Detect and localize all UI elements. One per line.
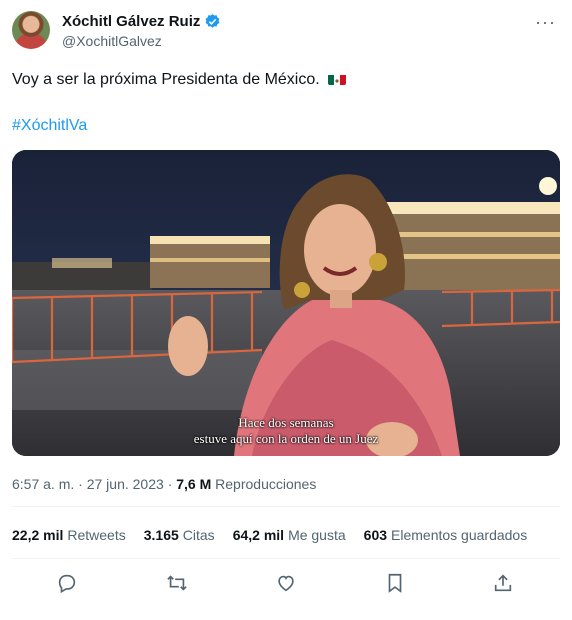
display-name[interactable]: Xóchitl Gálvez Ruiz xyxy=(62,12,200,31)
mexico-flag-icon xyxy=(328,73,347,85)
divider xyxy=(12,558,560,559)
author-name-row[interactable]: Xóchitl Gálvez Ruiz xyxy=(62,12,221,31)
views-label: Reproducciones xyxy=(215,476,317,492)
retweet-icon[interactable] xyxy=(166,572,190,596)
meta-separator: · xyxy=(167,476,173,492)
share-icon[interactable] xyxy=(492,572,516,596)
handle[interactable]: @XochitlGalvez xyxy=(62,31,221,51)
stat-count: 603 xyxy=(363,527,388,543)
hashtag-link[interactable]: #XóchitlVa xyxy=(12,117,87,135)
video-player[interactable]: Hace dos semanas estuve aquí con la orde… xyxy=(12,150,560,456)
tweet-time[interactable]: 6:57 a. m. xyxy=(12,476,74,492)
stat-label: Me gusta xyxy=(288,527,346,543)
avatar[interactable] xyxy=(12,11,50,49)
bookmark-icon[interactable] xyxy=(384,572,408,596)
stat-count: 64,2 mil xyxy=(232,527,285,543)
video-subtitle-line2: estuve aquí con la orden de un Juez xyxy=(193,431,379,446)
views-count: 7,6 M xyxy=(176,476,212,492)
meta-separator: · xyxy=(78,476,83,492)
verified-badge-icon xyxy=(206,14,220,28)
like-icon[interactable] xyxy=(275,572,299,596)
tweet-date[interactable]: 27 jun. 2023 xyxy=(87,476,164,492)
tweet-text: Voy a ser la próxima Presidenta de Méxic… xyxy=(12,70,347,90)
stat-quotes[interactable]: 3.165 Citas xyxy=(144,527,215,543)
reply-icon[interactable] xyxy=(56,572,80,596)
stat-likes[interactable]: 64,2 mil Me gusta xyxy=(233,527,346,543)
tweet-body: Voy a ser la próxima Presidenta de Méxic… xyxy=(12,71,320,88)
tweet-header: Xóchitl Gálvez Ruiz @XochitlGalvez ··· xyxy=(12,10,560,54)
divider xyxy=(12,506,560,507)
stat-count: 3.165 xyxy=(143,527,179,543)
tweet-meta: 6:57 a. m. · 27 jun. 2023 · 7,6 M Reprod… xyxy=(12,476,316,492)
stat-label: Citas xyxy=(182,527,215,543)
engagement-stats: 22,2 mil Retweets 3.165 Citas 64,2 mil Me g… xyxy=(12,527,527,543)
stat-label: Elementos guardados xyxy=(391,527,528,543)
action-bar xyxy=(12,568,560,600)
stat-bookmarks[interactable]: 603 Elementos guardados xyxy=(364,527,528,543)
video-frame xyxy=(12,150,560,456)
author-block: Xóchitl Gálvez Ruiz @XochitlGalvez xyxy=(62,12,221,51)
stat-count: 22,2 mil xyxy=(12,527,64,543)
stat-retweets[interactable]: 22,2 mil Retweets xyxy=(12,527,126,543)
more-options-icon[interactable]: ··· xyxy=(535,12,556,33)
stat-label: Retweets xyxy=(67,527,126,543)
video-subtitle-line1: Hace dos semanas xyxy=(238,415,334,430)
